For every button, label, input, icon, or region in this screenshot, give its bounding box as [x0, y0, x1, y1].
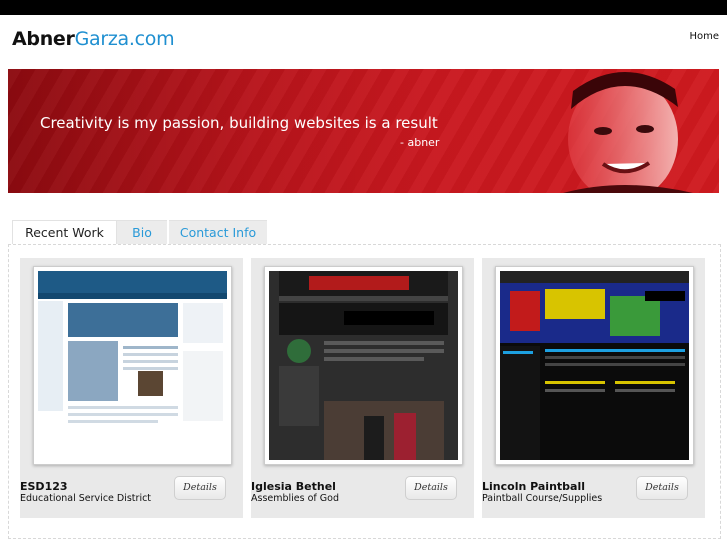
work-subtitle: Assemblies of God [251, 493, 340, 504]
tab-bio[interactable]: Bio [117, 220, 167, 245]
work-title: Iglesia Bethel [251, 480, 336, 493]
work-card-lincoln-paintball: Lincoln Paintball Paintball Course/Suppl… [482, 258, 705, 518]
nav-home-link[interactable]: Home [689, 31, 719, 42]
lincoln-site-preview [500, 271, 689, 460]
site-logo[interactable]: AbnerGarza.com [12, 28, 175, 50]
banner-tagline: Creativity is my passion, building websi… [40, 114, 438, 132]
iglesia-site-preview [269, 271, 458, 460]
hero-banner: Creativity is my passion, building websi… [8, 69, 719, 193]
banner-signature: - abner [400, 136, 440, 149]
work-thumbnail[interactable] [495, 266, 694, 465]
logo-first-part: Abner [12, 28, 75, 50]
details-button[interactable]: Details [405, 476, 457, 500]
top-bar [0, 0, 727, 15]
portrait-image [563, 71, 693, 193]
work-title: Lincoln Paintball [482, 480, 586, 493]
details-button[interactable]: Details [174, 476, 226, 500]
work-subtitle: Paintball Course/Supplies [482, 493, 603, 504]
tab-contact-info[interactable]: Contact Info [169, 220, 267, 245]
work-card-esd123: ESD123 Educational Service District Deta… [20, 258, 243, 518]
work-title: ESD123 [20, 480, 68, 493]
work-subtitle: Educational Service District [20, 493, 152, 504]
esd123-site-preview [38, 271, 227, 460]
work-thumbnail[interactable] [264, 266, 463, 465]
work-thumbnail[interactable] [33, 266, 232, 465]
work-card-iglesia-bethel: Iglesia Bethel Assemblies of God Details [251, 258, 474, 518]
details-button[interactable]: Details [636, 476, 688, 500]
logo-second-part: Garza.com [74, 28, 175, 50]
tab-recent-work[interactable]: Recent Work [12, 220, 117, 245]
